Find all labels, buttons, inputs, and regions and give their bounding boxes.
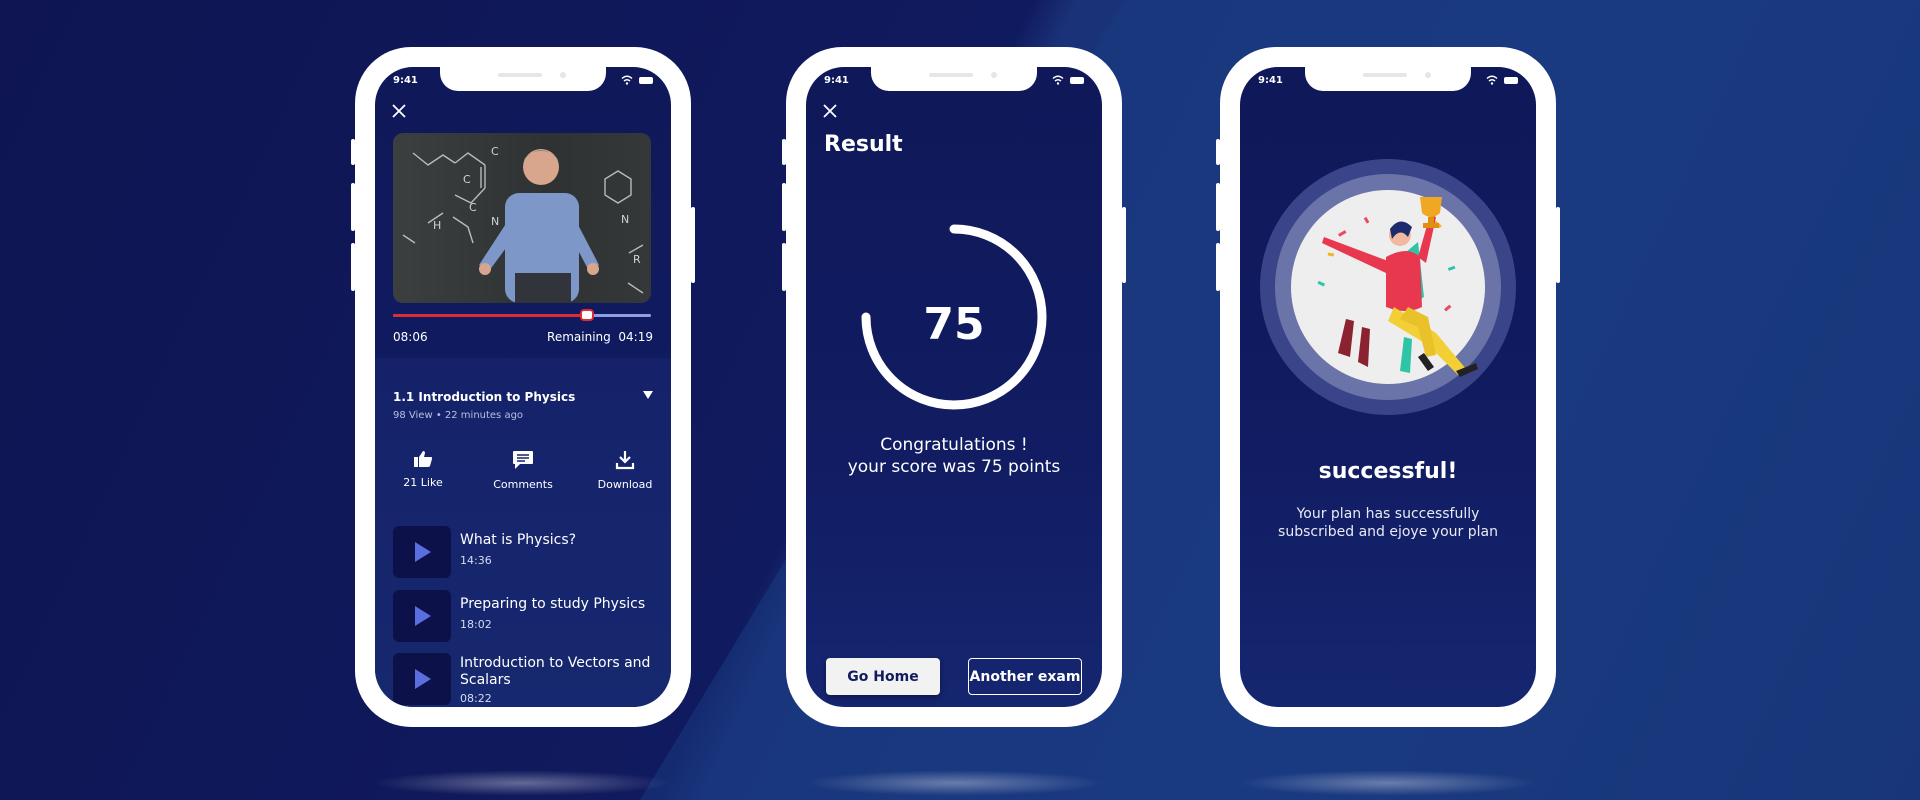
another-exam-button[interactable]: Another exam xyxy=(968,658,1082,695)
video-item-duration: 14:36 xyxy=(460,554,492,567)
remaining-label: Remaining xyxy=(547,330,611,344)
success-message: Your plan has successfully subscribed an… xyxy=(1278,506,1498,540)
phone-notch xyxy=(871,67,1037,91)
success-screen: 9:41 successful! Your plan has successfu… xyxy=(1240,67,1536,707)
congrats-line-1: Congratulations ! xyxy=(880,435,1028,455)
download-label: Download xyxy=(597,478,653,491)
status-time: 9:41 xyxy=(393,75,418,86)
video-item-title: Introduction to Vectors and Scalars xyxy=(460,655,651,688)
trophy-icon xyxy=(1420,197,1442,228)
video-list-item[interactable]: Preparing to study Physics 18:02 xyxy=(393,590,653,642)
video-thumbnail xyxy=(393,590,451,642)
play-icon xyxy=(415,542,431,562)
success-title: successful! xyxy=(1318,459,1458,484)
lecturer-video-still: C C C N H N R xyxy=(402,145,644,303)
phone-notch xyxy=(1305,67,1471,91)
svg-text:N: N xyxy=(621,213,629,226)
status-time: 9:41 xyxy=(824,75,849,86)
score-value: 75 xyxy=(923,299,985,350)
congrats-line-2: your score was 75 points xyxy=(847,457,1061,477)
remaining-time: Remaining 04:19 xyxy=(547,330,653,344)
remaining-value: 04:19 xyxy=(618,330,653,344)
status-icons xyxy=(1052,75,1084,85)
svg-text:C: C xyxy=(469,201,477,214)
celebration-illustration xyxy=(1260,159,1516,415)
elapsed-time: 08:06 xyxy=(393,330,428,344)
battery-icon xyxy=(1070,76,1084,84)
download-icon xyxy=(615,451,635,470)
video-progress-bar[interactable] xyxy=(393,309,651,321)
close-icon[interactable] xyxy=(391,103,407,119)
video-list-item[interactable]: Introduction to Vectors and Scalars 08:2… xyxy=(393,653,653,705)
thumbs-up-icon xyxy=(414,451,433,467)
congrats-message: Congratulations ! your score was 75 poin… xyxy=(806,434,1102,478)
phone-success: 9:41 successful! Your plan has successfu… xyxy=(1216,47,1560,727)
phone-shadow xyxy=(1238,770,1538,796)
video-item-duration: 08:22 xyxy=(460,692,492,705)
video-thumbnail xyxy=(393,653,451,705)
video-item-duration: 18:02 xyxy=(460,618,492,631)
like-label: 21 Like xyxy=(403,476,443,489)
comments-label: Comments xyxy=(493,478,553,491)
battery-icon xyxy=(1504,76,1518,84)
phone-result: 9:41 Result 75 Congratulations ! your sc… xyxy=(782,47,1126,727)
lesson-title: 1.1 Introduction to Physics xyxy=(393,390,576,404)
comments-button[interactable]: Comments xyxy=(483,450,563,492)
lesson-meta: 98 View • 22 minutes ago xyxy=(393,410,524,421)
phone-shadow xyxy=(805,770,1105,796)
showcase-background: 9:41 C C C N H N R 08:06 Remaining 04:19 1.1 I… xyxy=(0,0,1920,800)
phone-video-player: 9:41 C C C N H N R 08:06 Remaining 04:19 1.1 I… xyxy=(351,47,695,727)
chevron-down-icon[interactable] xyxy=(643,391,653,399)
phone-shadow xyxy=(372,770,672,796)
video-frame[interactable]: C C C N H N R xyxy=(393,133,651,303)
svg-text:H: H xyxy=(433,219,441,232)
wifi-icon xyxy=(621,75,633,85)
play-icon xyxy=(415,606,431,626)
video-list-item[interactable]: What is Physics? 14:36 xyxy=(393,526,653,578)
status-time: 9:41 xyxy=(1258,75,1283,86)
progress-handle[interactable] xyxy=(579,309,594,321)
play-icon xyxy=(415,669,431,689)
video-item-title: What is Physics? xyxy=(460,532,577,548)
status-icons xyxy=(1486,75,1518,85)
progress-fill xyxy=(393,314,587,317)
download-button[interactable]: Download xyxy=(585,450,665,492)
svg-text:R: R xyxy=(633,253,641,266)
result-screen: 9:41 Result 75 Congratulations ! your sc… xyxy=(806,67,1102,707)
status-icons xyxy=(621,75,653,85)
svg-text:C: C xyxy=(491,145,499,158)
svg-text:N: N xyxy=(491,215,499,228)
comment-icon xyxy=(513,451,533,469)
wifi-icon xyxy=(1052,75,1064,85)
video-screen: 9:41 C C C N H N R 08:06 Remaining 04:19 1.1 I… xyxy=(375,67,671,707)
svg-text:C: C xyxy=(463,173,471,186)
video-item-title: Preparing to study Physics xyxy=(460,596,646,612)
video-thumbnail xyxy=(393,526,451,578)
battery-icon xyxy=(639,76,653,84)
go-home-button[interactable]: Go Home xyxy=(826,658,940,695)
close-icon[interactable] xyxy=(822,103,838,119)
like-button[interactable]: 21 Like xyxy=(383,450,463,490)
phone-notch xyxy=(440,67,606,91)
result-title: Result xyxy=(824,132,903,157)
wifi-icon xyxy=(1486,75,1498,85)
